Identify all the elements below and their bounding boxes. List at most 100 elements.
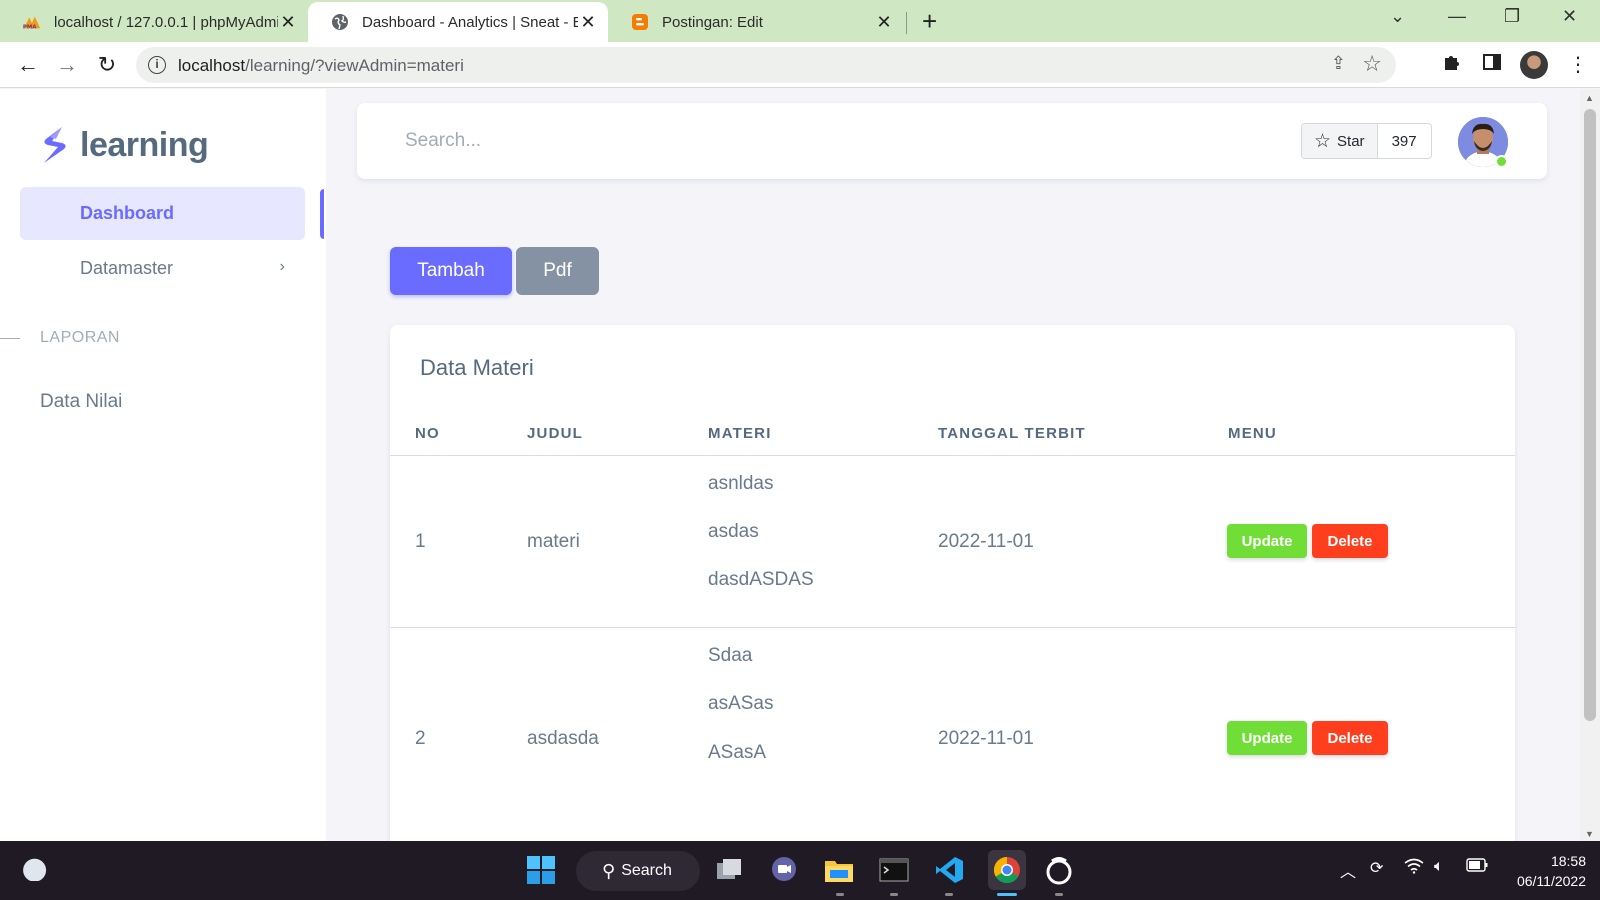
update-button[interactable]: Update [1227,721,1307,755]
app-running-indicator [1055,893,1063,896]
brand-name: learning [80,125,209,164]
teams-chat-icon[interactable] [767,853,801,887]
battery-icon[interactable] [1466,858,1488,877]
column-header-materi: MATERI [708,425,772,442]
windows-taskbar: ⚲ Search ︿ ⟳ 🔈︎ 18:58 06/11/2022 [0,841,1600,900]
restore-icon[interactable]: ❐ [1504,6,1520,27]
scrollbar-thumb[interactable] [1584,109,1596,721]
browser-profile-avatar[interactable] [1520,51,1548,79]
search-input[interactable] [405,125,1105,157]
clock-time: 18:58 [1550,853,1586,869]
star-button[interactable]: ☆ Star [1302,124,1378,158]
reload-icon[interactable]: ↻ [93,51,121,79]
scroll-down-icon[interactable]: ▼ [1585,829,1594,839]
tab-title: localhost / 127.0.0.1 | phpMyAdmin [54,13,278,31]
star-count[interactable]: 397 [1377,124,1431,158]
online-status-dot [1495,155,1508,168]
minimize-icon[interactable]: — [1448,6,1466,27]
app-running-indicator [836,893,844,896]
cell-materi-line: asnldas [708,473,774,494]
forward-arrow-icon[interactable]: → [53,51,81,79]
chrome-icon[interactable] [988,850,1026,890]
sidebar-item-label: Dashboard [80,203,175,223]
windows-start-icon[interactable] [524,853,558,887]
sidebar-section-header: LAPORAN [0,329,120,347]
active-menu-indicator [320,189,324,239]
cell-materi-line: asASas [708,693,774,714]
tambah-button[interactable]: Tambah [390,247,512,295]
app-running-indicator [945,893,953,896]
search-icon: ⚲ [602,860,616,881]
close-window-icon[interactable]: ✕ [1562,6,1577,27]
tab-search-chevron-icon[interactable]: ⌄ [1390,6,1405,27]
tray-chevron-up-icon[interactable]: ︿ [1340,858,1356,882]
cell-tanggal: 2022-11-01 [938,531,1034,552]
star-label: Star [1337,132,1365,150]
system-clock[interactable]: 18:58 06/11/2022 [1500,851,1586,891]
tab-phpmyadmin[interactable]: PMA localhost / 127.0.0.1 | phpMyAdmin ✕ [0,2,308,42]
delete-button[interactable]: Delete [1312,524,1388,558]
star-icon: ☆ [1314,130,1332,152]
taskbar-search-button[interactable]: ⚲ Search [576,851,700,891]
weather-widget-icon[interactable] [22,857,50,881]
kebab-menu-icon[interactable]: ⋮ [1568,52,1588,77]
sidebar-item-datamaster[interactable]: Datamaster › [20,242,305,295]
update-button[interactable]: Update [1227,524,1307,558]
cell-materi-line: asdas [708,521,759,542]
tab-dashboard[interactable]: Dashboard - Analytics | Sneat - Bootstra… [308,2,608,42]
cell-no: 1 [415,531,426,552]
site-info-icon[interactable]: i [148,56,166,74]
close-tab-icon[interactable]: ✕ [278,12,298,33]
brand-logo[interactable]: learning [40,125,209,165]
app-active-indicator [997,893,1017,896]
card-title: Data Materi [420,355,534,380]
bookmark-star-icon[interactable]: ☆ [1362,51,1382,77]
volume-icon[interactable]: 🔈︎ [1434,858,1444,876]
brand-logo-icon [44,127,66,163]
task-view-icon[interactable] [713,853,747,887]
chevron-right-icon: › [279,258,285,275]
wifi-icon[interactable] [1404,858,1424,879]
side-panel-icon[interactable] [1482,52,1502,78]
sidebar-item-data-nilai[interactable]: Data Nilai [40,391,122,413]
file-explorer-icon[interactable] [822,853,856,887]
page-scrollbar[interactable]: ▲ ▼ [1580,89,1600,841]
blogger-icon [630,12,650,32]
tab-postingan[interactable]: Postingan: Edit ✕ [608,2,904,42]
close-tab-icon[interactable]: ✕ [578,12,598,33]
phpmyadmin-icon: PMA [22,12,42,32]
cell-no: 2 [415,728,426,749]
url-text[interactable]: localhost/learning/?viewAdmin=materi [178,56,464,76]
header-divider [390,455,1515,456]
cell-materi-line: dasdASDAS [708,569,814,590]
share-icon[interactable]: ⇪ [1331,53,1346,74]
cell-judul: materi [527,531,580,552]
close-tab-icon[interactable]: ✕ [874,12,894,33]
new-tab-icon[interactable]: + [922,8,937,34]
top-navbar: ☆ Star 397 [357,103,1547,179]
back-arrow-icon[interactable]: ← [14,51,42,79]
delete-button[interactable]: Delete [1312,721,1388,755]
sidebar-item-dashboard[interactable]: Dashboard [20,187,305,240]
scroll-up-icon[interactable]: ▲ [1585,93,1594,103]
svg-text:PMA: PMA [23,24,37,30]
cell-tanggal: 2022-11-01 [938,728,1034,749]
pdf-button[interactable]: Pdf [516,247,599,295]
column-header-no: NO [415,425,440,442]
obs-icon[interactable] [1042,853,1076,887]
column-header-judul: JUDUL [527,425,584,442]
tab-title: Postingan: Edit [662,13,763,31]
sidebar-item-label: Datamaster [80,258,174,278]
extensions-puzzle-icon[interactable] [1442,52,1462,78]
data-materi-card: Data Materi NO JUDUL MATERI TANGGAL TERB… [390,325,1515,841]
url-omnibox[interactable]: i localhost/learning/?viewAdmin=materi ⇪… [136,47,1396,83]
tab-title: Dashboard - Analytics | Sneat - Bootstra… [362,13,578,31]
taskbar-search-label: Search [621,862,672,879]
terminal-icon[interactable] [877,853,911,887]
browser-tab-strip: PMA localhost / 127.0.0.1 | phpMyAdmin ✕… [0,0,1600,42]
vscode-icon[interactable] [932,853,966,887]
web-page: learning Dashboard Datamaster › LAPORAN … [0,89,1580,841]
sidebar: learning Dashboard Datamaster › LAPORAN … [0,89,326,841]
github-star-button[interactable]: ☆ Star 397 [1301,123,1432,159]
sync-icon[interactable]: ⟳ [1370,858,1383,878]
